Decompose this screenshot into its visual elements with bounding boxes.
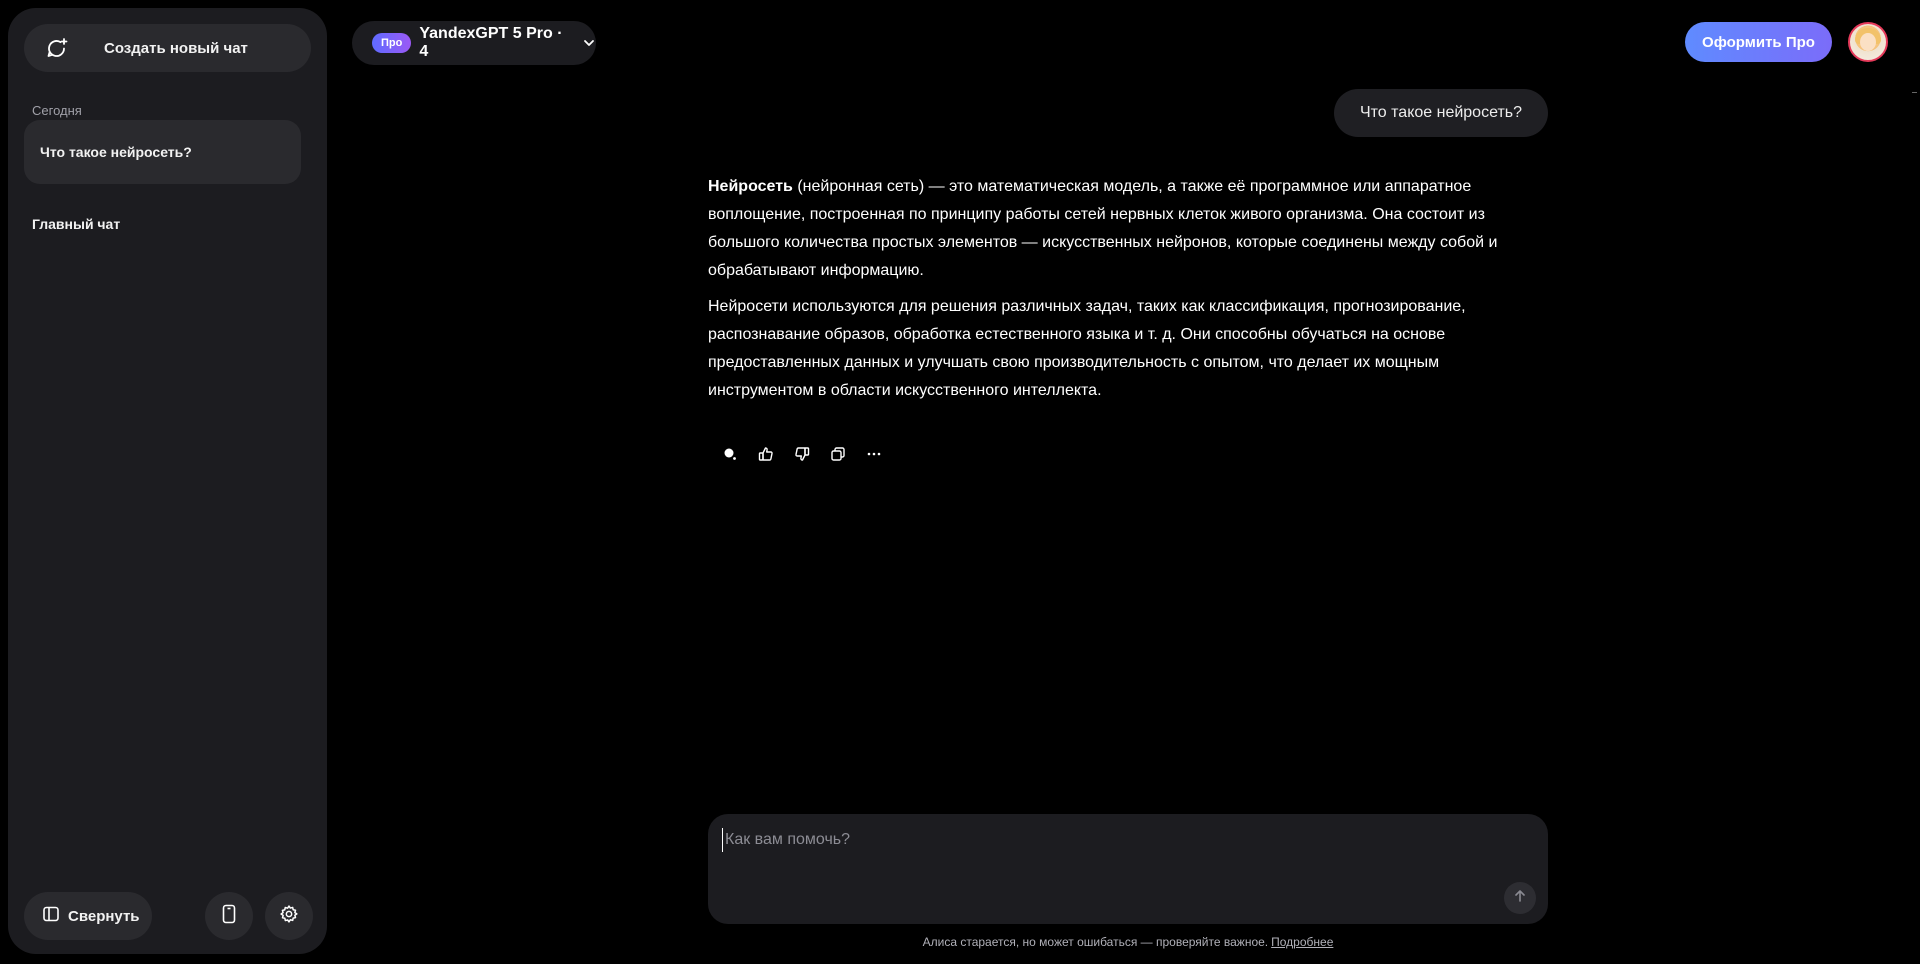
sidebar: Создать новый чат Сегодня Что такое нейр…	[8, 8, 327, 954]
assistant-answer: Нейросеть (нейронная сеть) — это математ…	[708, 173, 1500, 413]
disclaimer: Алиса старается, но может ошибаться — пр…	[708, 935, 1548, 949]
pro-badge: Про	[372, 33, 412, 53]
answer-actions	[718, 442, 898, 466]
alice-voice-icon[interactable]	[718, 442, 742, 466]
answer-term: Нейросеть	[708, 178, 793, 195]
answer-paragraph-2: Нейросети используются для решения разли…	[708, 298, 1466, 399]
answer-paragraph-1-text: (нейронная сеть) — это математическая мо…	[708, 178, 1498, 279]
new-chat-label: Создать новый чат	[104, 39, 248, 57]
scrollbar-marker	[1912, 92, 1917, 93]
collapse-sidebar-button[interactable]: Свернуть	[24, 892, 152, 940]
collapse-label: Свернуть	[68, 907, 140, 925]
more-info-link[interactable]: Подробнее	[1271, 935, 1333, 949]
get-pro-button[interactable]: Оформить Про	[1685, 22, 1832, 62]
user-message: Что такое нейросеть?	[1334, 89, 1548, 137]
model-name: YandexGPT 5 Pro · 4	[419, 25, 563, 60]
message-composer	[708, 814, 1548, 924]
message-input[interactable]	[722, 828, 1422, 852]
settings-button[interactable]	[265, 892, 313, 940]
disclaimer-text: Алиса старается, но может ошибаться — пр…	[922, 935, 1269, 949]
copy-icon[interactable]	[826, 442, 850, 466]
arrow-up-icon	[1513, 889, 1527, 908]
avatar-face-shape	[1860, 33, 1876, 51]
section-label-today: Сегодня	[32, 103, 82, 118]
more-icon[interactable]	[862, 442, 886, 466]
new-chat-button[interactable]: Создать новый чат	[24, 24, 311, 72]
model-selector[interactable]: Про YandexGPT 5 Pro · 4	[352, 21, 596, 65]
gear-icon	[279, 904, 299, 929]
thumbs-down-icon[interactable]	[790, 442, 814, 466]
mobile-app-button[interactable]	[205, 892, 253, 940]
phone-icon	[222, 904, 236, 929]
avatar[interactable]	[1848, 22, 1888, 62]
answer-paragraph-1: Нейросеть (нейронная сеть) — это математ…	[708, 173, 1500, 285]
thumbs-up-icon[interactable]	[754, 442, 778, 466]
chat-item-active[interactable]: Что такое нейросеть?	[24, 120, 301, 184]
chevron-down-icon	[582, 36, 596, 50]
send-button[interactable]	[1504, 882, 1536, 914]
new-chat-icon	[44, 35, 70, 61]
chat-item-main[interactable]: Главный чат	[32, 216, 120, 232]
sidebar-panel-icon	[42, 905, 60, 927]
